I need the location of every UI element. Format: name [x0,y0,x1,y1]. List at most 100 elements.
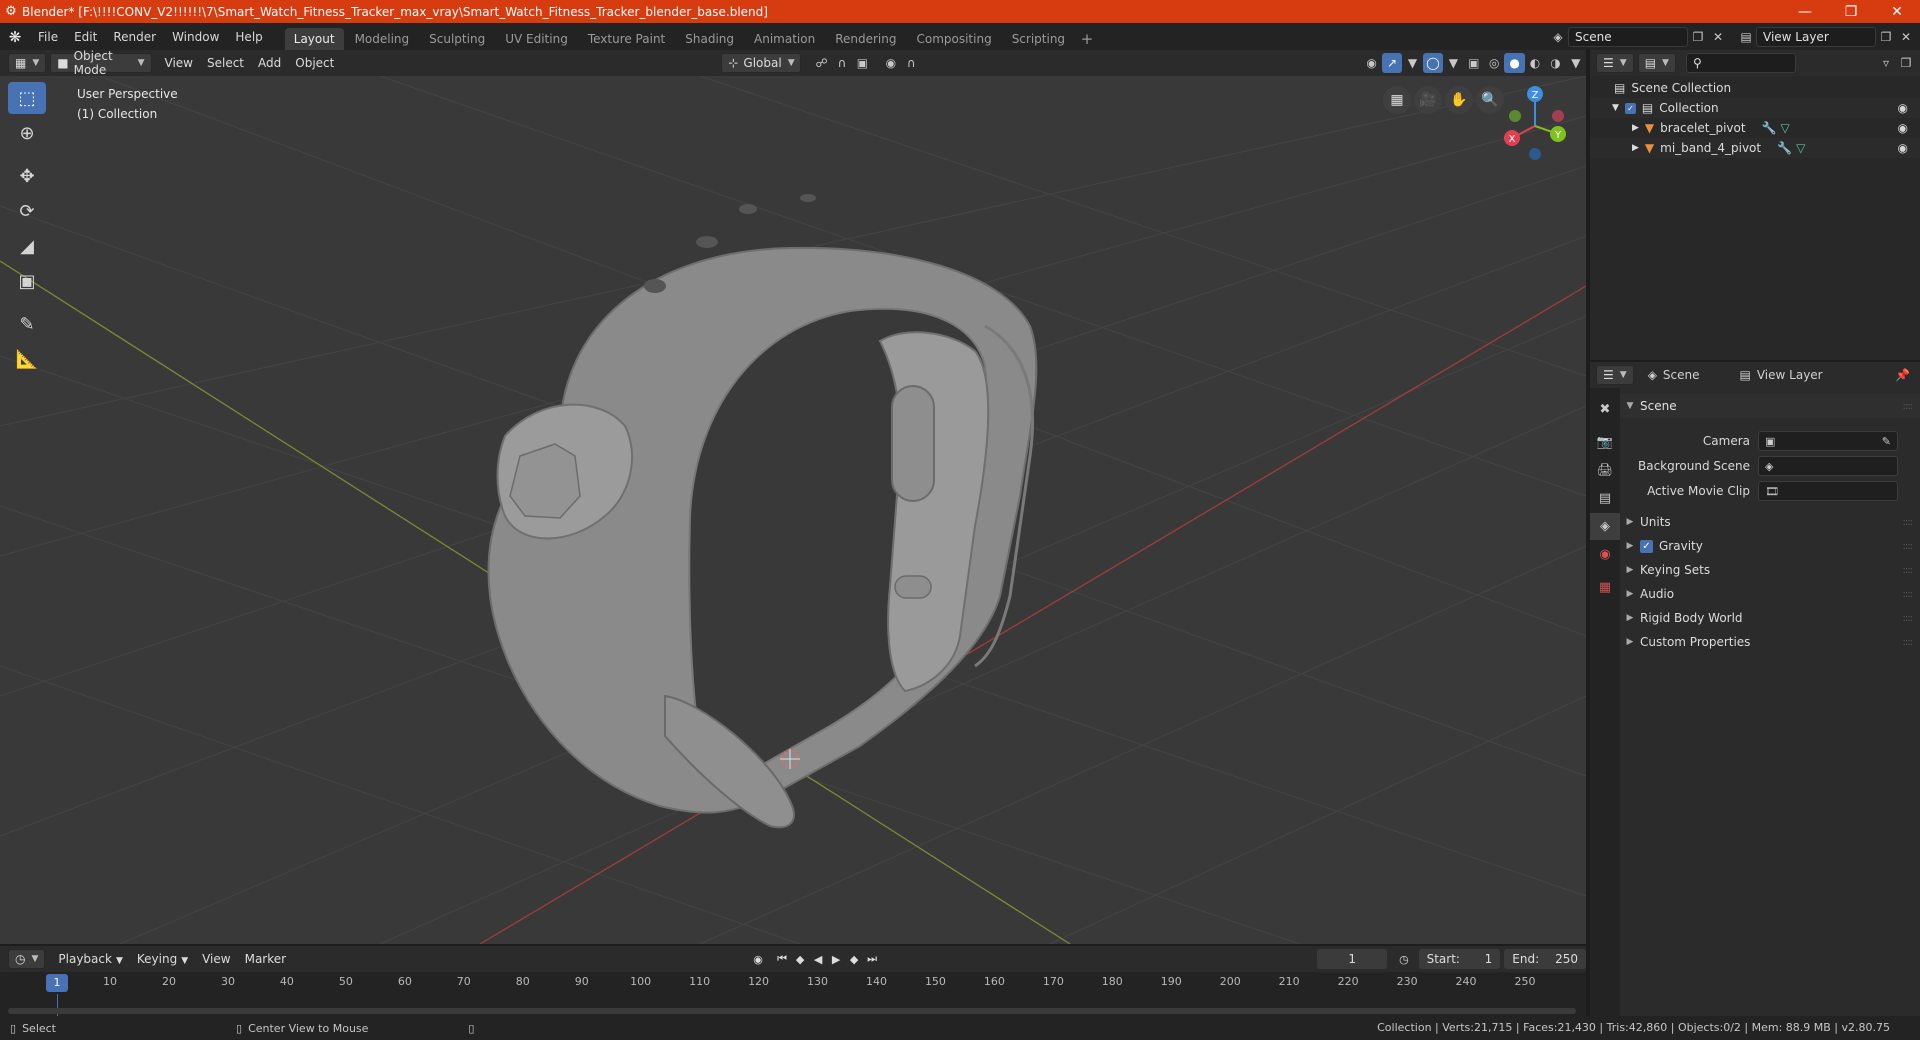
editor-type-dropdown[interactable]: ▦ ▼ [8,53,47,73]
menu-render[interactable]: Render [105,26,164,48]
maximize-button[interactable]: ❐ [1828,0,1874,23]
active-movie-clip-field[interactable]: 🎞 [1758,481,1898,501]
gizmo-neg-x-handle[interactable] [1552,110,1564,122]
falloff-icon[interactable]: ∩ [901,53,921,73]
tab-compositing[interactable]: Compositing [907,28,1000,50]
view-layer-properties-tab-icon[interactable]: ▤ [1590,485,1620,512]
tab-layout[interactable]: Layout [284,28,344,50]
pin-icon[interactable]: 📌 [1895,368,1910,382]
tab-rendering[interactable]: Rendering [826,28,905,50]
mode-dropdown[interactable]: ■ Object Mode ▼ [50,49,152,77]
delete-scene-icon[interactable]: ✕ [1708,27,1728,47]
overlay-dropdown-icon[interactable]: ▼ [1443,53,1463,73]
outliner-row-collection[interactable]: ▼ ✓ ▤ Collection ◉ [1590,98,1920,118]
drag-handle-icon[interactable]: :::: [1903,517,1914,528]
menu-keying[interactable]: Keying ▼ [130,952,195,966]
scale-tool-icon[interactable]: ◢ [8,230,46,262]
rotate-tool-icon[interactable]: ⟳ [8,195,46,227]
eyedropper-icon[interactable]: ✎ [1882,435,1891,448]
modifier-wrench-icon[interactable]: 🔧 [1762,121,1777,135]
transform-tool-icon[interactable]: ▣ [8,265,46,297]
menu-help[interactable]: Help [227,26,270,48]
tab-scripting[interactable]: Scripting [1003,28,1074,50]
tab-texture-paint[interactable]: Texture Paint [579,28,674,50]
view-layer-selector[interactable]: View Layer [1756,26,1876,47]
gizmo-toggle-icon[interactable]: ↗ [1381,53,1403,73]
menu-window[interactable]: Window [164,26,227,48]
filter-icon[interactable]: ▿ [1876,53,1896,73]
visibility-icon[interactable]: ◉ [1361,53,1381,73]
overlay-toggle-icon[interactable]: ◯ [1422,53,1444,73]
wireframe-shading-icon[interactable]: ◎ [1484,53,1504,73]
annotate-tool-icon[interactable]: ✎ [8,308,46,340]
menu-object[interactable]: Object [288,56,341,70]
texture-properties-tab-icon[interactable]: ▦ [1590,574,1620,601]
collapse-arrow-icon[interactable]: ▼ [1620,401,1640,411]
mesh-data-icon[interactable]: ▽ [1796,141,1805,155]
outliner-row-scene-collection[interactable]: ▤ Scene Collection [1590,78,1920,98]
preview-range-clock-icon[interactable]: ◷ [1395,949,1412,969]
menu-add[interactable]: Add [251,56,288,70]
outliner-search-input[interactable]: ⚲ [1685,53,1796,73]
object-visibility-eye-icon[interactable]: ◉ [1898,121,1908,135]
add-workspace-button[interactable]: + [1076,28,1098,50]
collection-visibility-eye-icon[interactable]: ◉ [1898,101,1908,115]
drag-handle-icon[interactable]: :::: [1903,637,1914,648]
audio-subpanel[interactable]: ▶ Audio :::: [1620,583,1920,605]
output-properties-tab-icon[interactable]: 🖨 [1590,457,1620,484]
select-box-tool-icon[interactable]: ⬚ [8,82,46,114]
camera-view-icon[interactable]: 🎥 [1414,86,1442,114]
timeline[interactable]: 1 10 20 30 40 50 60 70 80 90 100 110 120 130 140 150 160… [0,972,1586,1016]
render-properties-tab-icon[interactable]: 📷 [1590,429,1620,456]
jump-end-icon[interactable]: ⏭ [863,949,881,969]
tab-animation[interactable]: Animation [745,28,824,50]
minimize-button[interactable]: — [1782,0,1828,23]
measure-tool-icon[interactable]: 📐 [8,343,46,375]
keying-sets-subpanel[interactable]: ▶ Keying Sets :::: [1620,559,1920,581]
scene-context-label[interactable]: Scene [1663,368,1700,382]
solid-shading-icon[interactable]: ● [1504,53,1525,73]
timeline-scrollbar[interactable] [8,1008,1576,1014]
display-mode-dropdown[interactable]: ▤ ▼ [1637,53,1676,73]
outliner-row-mi-band-4-pivot[interactable]: ▶ ▼ mi_band_4_pivot 🔧 ▽ ◉ [1590,138,1920,158]
record-icon[interactable]: ◉ [749,949,767,969]
new-view-layer-icon[interactable]: ❐ [1876,27,1896,47]
blender-menu-icon[interactable]: ❋ [0,23,30,50]
drag-handle-icon[interactable]: :::: [1903,565,1914,576]
gizmo-neg-z-handle[interactable] [1529,148,1541,160]
background-scene-field[interactable]: ◈ [1758,456,1898,476]
tab-uv-editing[interactable]: UV Editing [496,28,577,50]
prev-keyframe-icon[interactable]: ◆ [791,949,809,969]
play-reverse-icon[interactable]: ◀ [809,949,827,969]
scene-selector[interactable]: Scene [1568,26,1688,47]
navigation-gizmo[interactable]: Z X Y [1504,86,1566,160]
xray-toggle-icon[interactable]: ▣ [1464,53,1484,73]
outliner-editor-type-dropdown[interactable]: ☰ ▼ [1596,53,1634,73]
rigid-body-world-subpanel[interactable]: ▶ Rigid Body World :::: [1620,607,1920,629]
tab-sculpting[interactable]: Sculpting [420,28,494,50]
object-visibility-eye-icon[interactable]: ◉ [1898,141,1908,155]
tab-modeling[interactable]: Modeling [346,28,419,50]
new-collection-icon[interactable]: ❐ [1896,53,1916,73]
timeline-editor-type-dropdown[interactable]: ◷ ▼ [8,949,46,969]
menu-playback[interactable]: Playback ▼ [51,952,129,966]
smart-band-model[interactable] [487,194,1038,829]
menu-file[interactable]: File [30,26,66,48]
drag-handle-icon[interactable]: :::: [1903,541,1914,552]
menu-select[interactable]: Select [200,56,251,70]
menu-view[interactable]: View [195,952,237,966]
custom-properties-subpanel[interactable]: ▶ Custom Properties :::: [1620,631,1920,653]
snap-target-icon[interactable]: ▣ [852,53,872,73]
3d-viewport[interactable]: Z X Y User Perspective (1) Collection ⬚ … [0,76,1586,944]
collection-expand-icon[interactable]: ▼ [1612,103,1619,113]
gravity-checkbox[interactable]: ✓ [1640,539,1653,553]
expand-arrow-icon[interactable]: ▶ [1632,143,1639,153]
move-tool-icon[interactable]: ✥ [8,160,46,192]
gizmo-neg-y-handle[interactable] [1509,110,1521,122]
snap-icon[interactable]: ∩ [832,53,852,73]
end-frame-field[interactable]: End: 250 [1504,949,1586,969]
tool-properties-tab-icon[interactable]: ✖ [1590,396,1620,423]
drag-handle-icon[interactable]: :::: [1903,401,1914,412]
menu-view[interactable]: View [158,56,200,70]
modifier-wrench-icon[interactable]: 🔧 [1777,141,1792,155]
